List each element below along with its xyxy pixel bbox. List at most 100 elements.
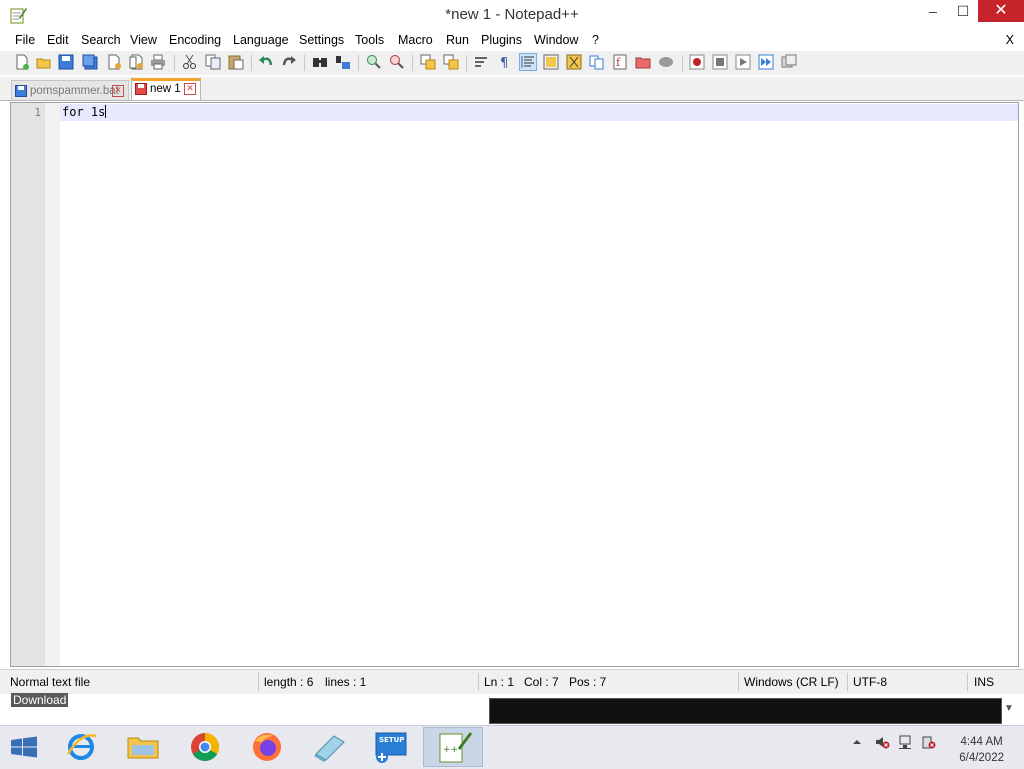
notepadpp-window: *new 1 - Notepad++ – ☐ ✕ File Edit Searc… <box>0 0 1024 695</box>
toolbar: ¶ f <box>0 51 1024 75</box>
unsaved-file-icon <box>135 83 147 95</box>
doc-map-icon[interactable] <box>566 54 582 70</box>
download-label[interactable]: Download <box>11 693 69 707</box>
speaker-muted-icon[interactable] <box>874 734 890 750</box>
run-multiple-icon[interactable] <box>758 54 774 70</box>
status-insert-mode[interactable]: INS <box>974 675 994 689</box>
svg-text:++: ++ <box>443 745 458 755</box>
record-macro-icon[interactable] <box>689 54 705 70</box>
close-icon[interactable] <box>106 54 122 70</box>
console-window-strip[interactable] <box>489 698 1002 724</box>
replace-icon[interactable] <box>335 54 351 70</box>
print-icon[interactable] <box>150 54 166 70</box>
minimize-button[interactable]: – <box>918 0 948 22</box>
text-editor[interactable]: 1 for 1s <box>10 102 1019 667</box>
document-list-icon[interactable] <box>589 54 605 70</box>
status-bar: Normal text file length : 6 lines : 1 Ln… <box>0 669 1024 694</box>
text-caret <box>105 105 107 118</box>
menu-settings[interactable]: Settings <box>299 33 344 47</box>
tab-close-icon[interactable]: ✕ <box>112 85 124 97</box>
close-window-button[interactable]: ✕ <box>978 0 1024 22</box>
taskbar-chrome[interactable] <box>176 728 234 766</box>
sync-vertical-icon[interactable] <box>420 54 436 70</box>
menu-plugins[interactable]: Plugins <box>481 33 522 47</box>
new-file-icon[interactable] <box>14 54 30 70</box>
menu-encoding[interactable]: Encoding <box>169 33 221 47</box>
clock-date: 6/4/2022 <box>959 752 1004 764</box>
stop-record-icon[interactable] <box>712 54 728 70</box>
tab-label: new 1 <box>150 83 181 95</box>
word-wrap-icon[interactable] <box>474 54 490 70</box>
close-document-button[interactable]: X <box>1006 33 1014 47</box>
chevron-up-icon[interactable] <box>849 734 865 750</box>
monitoring-icon[interactable] <box>658 54 674 70</box>
editor-line[interactable]: for 1s <box>62 105 107 119</box>
status-pos: Pos : 7 <box>569 675 607 689</box>
taskbar-notepadpp[interactable]: ++ <box>423 727 483 767</box>
title-bar[interactable]: *new 1 - Notepad++ – ☐ ✕ <box>0 0 1024 31</box>
indent-guide-icon[interactable] <box>519 53 537 71</box>
clock-time: 4:44 AM <box>960 736 1003 748</box>
cut-icon[interactable] <box>182 54 198 70</box>
svg-text:¶: ¶ <box>500 56 508 70</box>
copy-icon[interactable] <box>205 54 221 70</box>
function-list-icon[interactable]: f <box>612 54 628 70</box>
status-encoding[interactable]: UTF-8 <box>853 675 887 689</box>
menu-window[interactable]: Window <box>534 33 578 47</box>
sync-horizontal-icon[interactable] <box>443 54 459 70</box>
menu-view[interactable]: View <box>130 33 157 47</box>
chevron-down-icon[interactable]: ▼ <box>1004 703 1014 714</box>
tab-close-icon[interactable]: ✕ <box>184 83 196 95</box>
menu-run[interactable]: Run <box>446 33 469 47</box>
paste-icon[interactable] <box>228 54 244 70</box>
firefox-icon <box>253 733 281 761</box>
undo-icon[interactable] <box>258 54 274 70</box>
toolbar-separator <box>304 55 305 71</box>
menu-language[interactable]: Language <box>233 33 289 47</box>
tab-new-1[interactable]: new 1 ✕ <box>131 78 201 100</box>
action-center-icon[interactable] <box>921 734 937 750</box>
redo-icon[interactable] <box>281 54 297 70</box>
menu-edit[interactable]: Edit <box>47 33 69 47</box>
network-icon[interactable] <box>898 734 914 750</box>
taskbar-file-explorer[interactable] <box>114 728 172 766</box>
toolbar-separator <box>251 55 252 71</box>
menu-help[interactable]: ? <box>592 33 599 47</box>
status-ln: Ln : 1 <box>484 675 515 689</box>
show-all-chars-icon[interactable]: ¶ <box>497 54 513 70</box>
current-line-highlight <box>60 104 1018 121</box>
menu-search[interactable]: Search <box>81 33 121 47</box>
taskbar-internet-explorer[interactable] <box>52 728 110 766</box>
menu-file[interactable]: File <box>15 33 35 47</box>
setup-label: SETUP <box>379 736 404 744</box>
internet-explorer-icon <box>66 734 97 760</box>
maximize-button[interactable]: ☐ <box>948 0 978 22</box>
status-eol[interactable]: Windows (CR LF) <box>744 675 839 689</box>
close-all-icon[interactable] <box>128 54 144 70</box>
taskbar-firefox[interactable] <box>238 728 296 766</box>
folder-workspace-icon[interactable] <box>635 54 651 70</box>
play-macro-icon[interactable] <box>735 54 751 70</box>
user-language-icon[interactable] <box>543 54 559 70</box>
tab-pomspammer[interactable]: pomspammer.bat ✕ <box>11 80 129 100</box>
tab-label: pomspammer.bat <box>30 85 119 97</box>
chrome-icon <box>191 733 219 761</box>
status-separator <box>738 673 739 691</box>
menu-tools[interactable]: Tools <box>355 33 384 47</box>
zoom-out-icon[interactable] <box>389 54 405 70</box>
status-lines: lines : 1 <box>325 675 367 689</box>
save-icon[interactable] <box>58 54 74 70</box>
open-file-icon[interactable] <box>36 54 52 70</box>
zoom-in-icon[interactable] <box>366 54 382 70</box>
save-macro-icon[interactable] <box>781 54 797 70</box>
menu-macro[interactable]: Macro <box>398 33 433 47</box>
taskbar-notepad[interactable] <box>300 728 358 766</box>
taskbar-setup[interactable]: SETUP <box>362 728 420 766</box>
line-number-gutter: 1 <box>11 103 45 666</box>
status-separator <box>847 673 848 691</box>
save-all-icon[interactable] <box>82 54 98 70</box>
find-icon[interactable] <box>312 54 328 70</box>
system-clock[interactable]: 4:44 AM 6/4/2022 <box>959 734 1004 766</box>
start-icon <box>11 736 37 758</box>
start-button[interactable] <box>0 728 58 766</box>
